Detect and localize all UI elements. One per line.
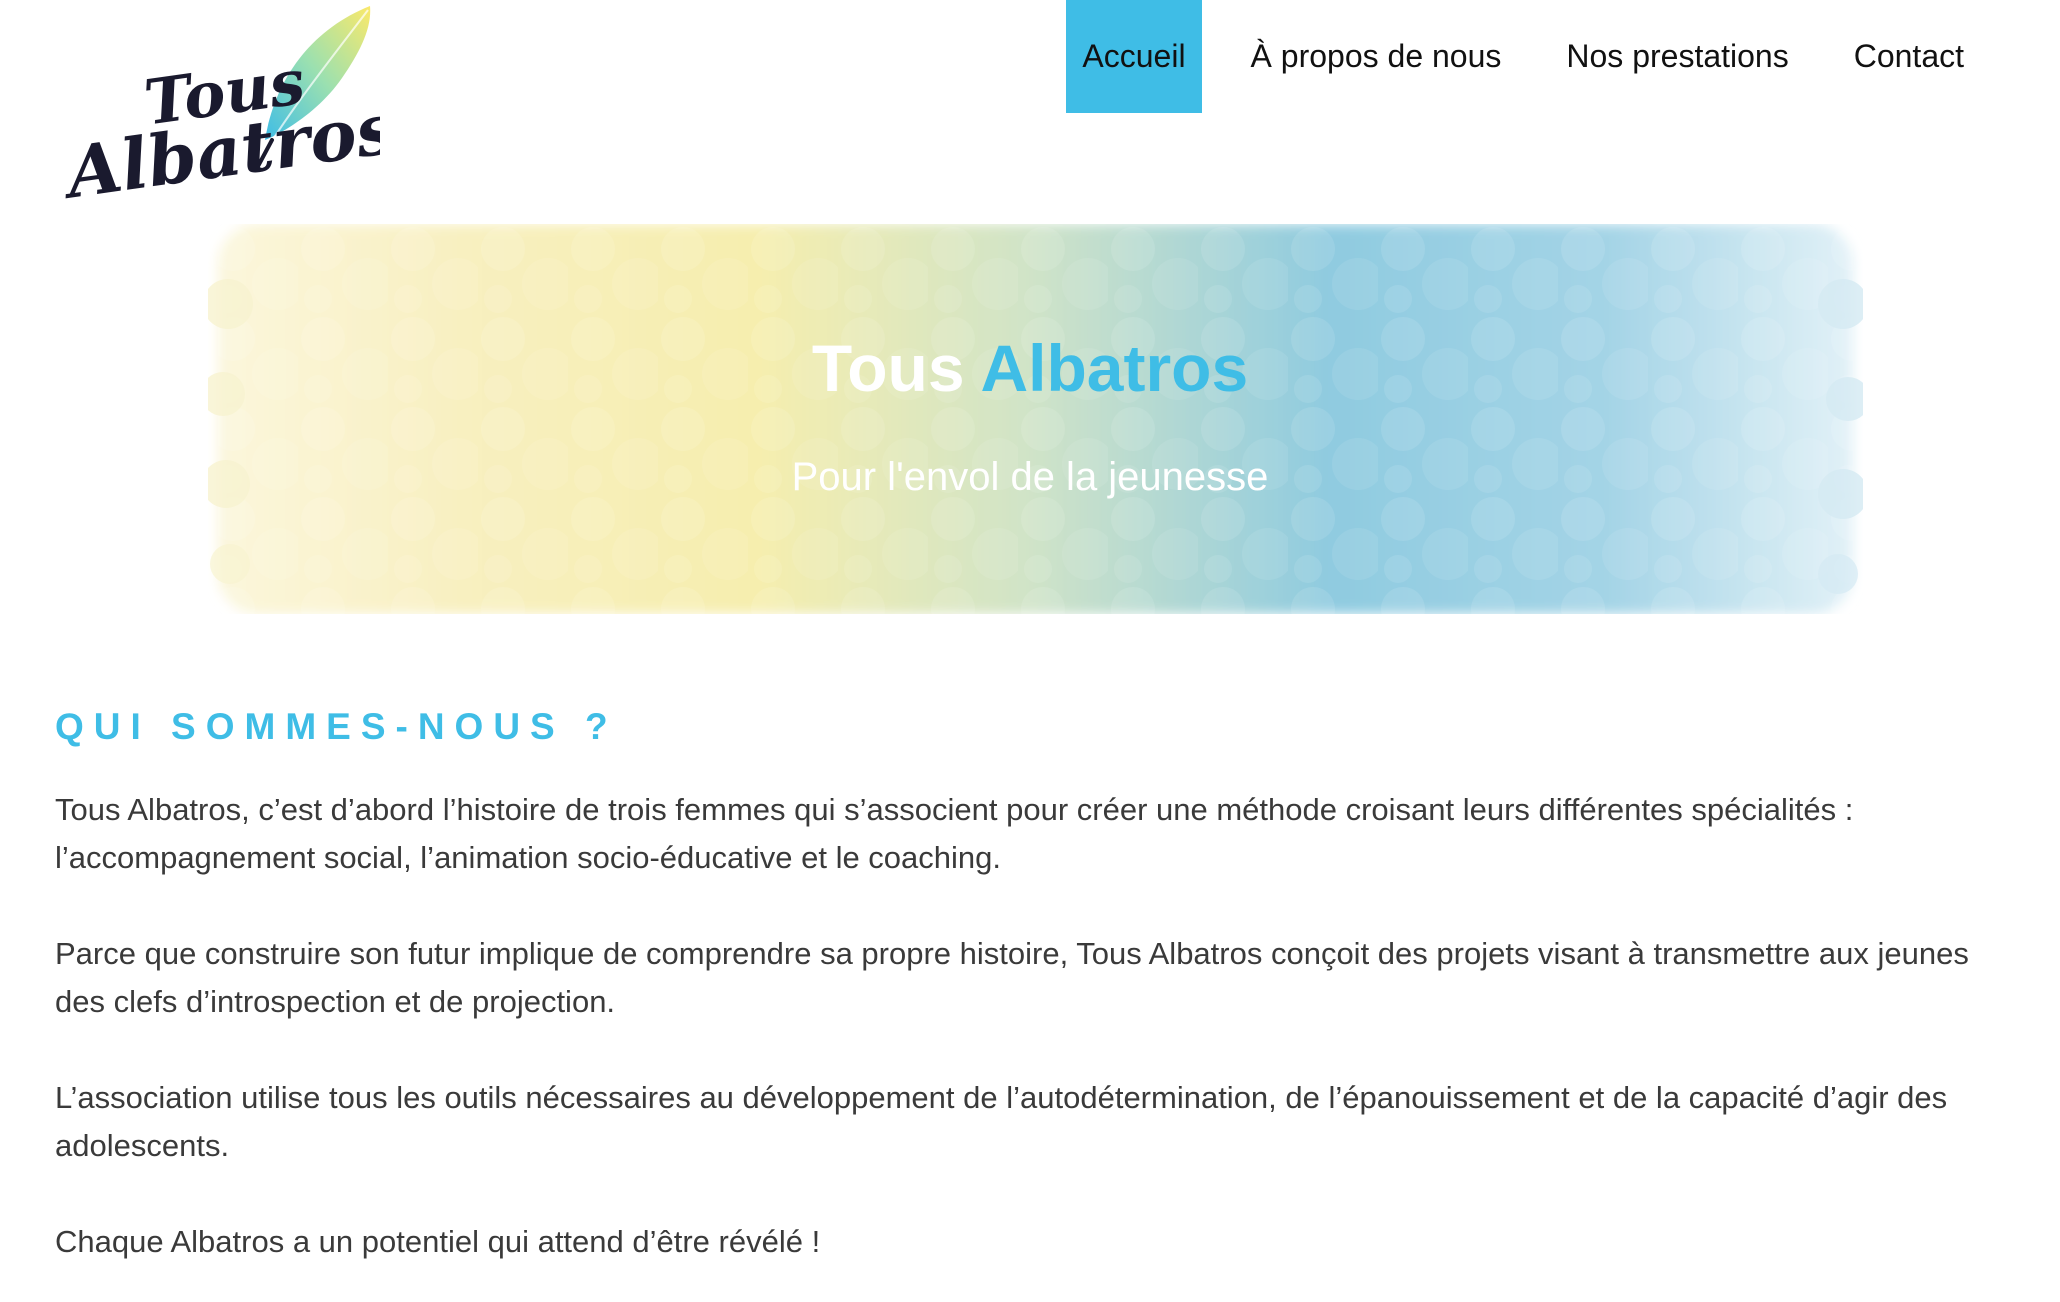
about-paragraph-3: L’association utilise tous les outils né… xyxy=(55,1080,1948,1163)
page: Tous Albatros Accueil À propos de nous N… xyxy=(0,0,2060,1302)
nav-item-a-propos[interactable]: À propos de nous xyxy=(1235,0,1518,113)
section-heading: QUI SOMMES-NOUS ? xyxy=(55,706,618,747)
hero-banner xyxy=(208,224,1863,614)
site-logo[interactable]: Tous Albatros xyxy=(60,0,380,215)
about-paragraph-4: Chaque Albatros a un potentiel qui atten… xyxy=(55,1224,821,1259)
nav-item-prestations[interactable]: Nos prestations xyxy=(1550,0,1804,113)
hero-subtitle: Pour l'envol de la jeunesse xyxy=(791,455,1269,499)
feather-quill-icon: Tous Albatros xyxy=(60,6,380,215)
nav-item-contact[interactable]: Contact xyxy=(1838,0,1980,113)
hero-title-part2: Albatros xyxy=(980,331,1249,405)
nav-item-accueil[interactable]: Accueil xyxy=(1066,0,1202,113)
about-paragraph-1: Tous Albatros, c’est d’abord l’histoire … xyxy=(55,792,1854,875)
watercolor-background xyxy=(208,224,1863,614)
hero-title: Tous Albatros xyxy=(0,330,2060,406)
about-section: QUI SOMMES-NOUS ? Tous Albatros, c’est d… xyxy=(55,706,2005,1302)
main-nav: Accueil À propos de nous Nos prestations… xyxy=(1066,0,1980,113)
about-paragraph-2: Parce que construire son futur implique … xyxy=(55,936,1969,1019)
hero-title-part1: Tous xyxy=(811,331,965,405)
